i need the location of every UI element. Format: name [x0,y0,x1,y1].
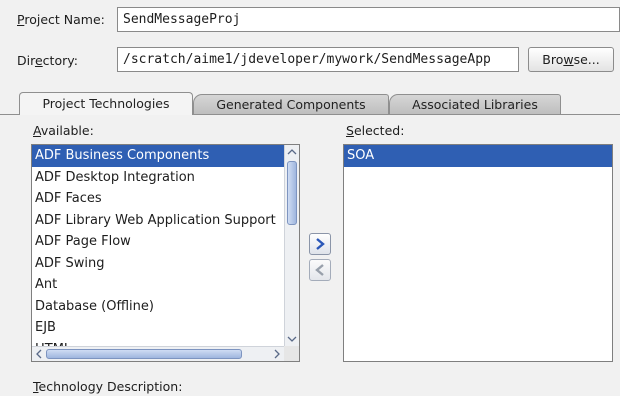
directory-input[interactable]: /scratch/aime1/jdeveloper/mywork/SendMes… [117,47,519,72]
project-name-input[interactable]: SendMessageProj [117,7,620,32]
available-list-item[interactable]: Ant [32,274,299,296]
chevron-left-icon [315,264,324,276]
available-list-item[interactable]: ADF Business Components [32,145,299,167]
chevron-right-icon [316,238,325,250]
tab-project-technologies[interactable]: Project Technologies [19,92,193,115]
available-list-item[interactable]: ADF Library Web Application Support [32,210,299,232]
directory-label: Directory: [17,53,78,68]
project-name-label: Project Name: [17,12,105,27]
available-list-item[interactable]: Database (Offline) [32,296,299,318]
selected-list-item[interactable]: SOA [344,145,612,167]
browse-button[interactable]: Browse... [528,47,614,72]
selected-list[interactable]: SOA [343,144,613,362]
add-button[interactable] [309,233,331,255]
scroll-down-icon[interactable] [285,332,299,346]
tab-generated-components[interactable]: Generated Components [193,94,389,115]
available-list-item[interactable]: EJB [32,317,299,339]
scroll-left-icon[interactable] [32,347,46,361]
scrollbar-corner [284,346,299,361]
available-list[interactable]: ADF Business Components ADF Desktop Integ… [31,144,300,362]
selected-label: Selected: [346,123,405,138]
available-horizontal-scrollbar[interactable] [32,346,284,361]
scroll-up-icon[interactable] [285,145,299,159]
available-list-item[interactable]: ADF Faces [32,188,299,210]
available-list-item[interactable]: ADF Swing [32,253,299,275]
available-vertical-thumb[interactable] [287,161,297,225]
available-items: ADF Business Components ADF Desktop Integ… [32,145,299,360]
selected-items: SOA [344,145,612,167]
technology-description-label: Technology Description: [33,379,183,394]
available-list-item[interactable]: ADF Desktop Integration [32,167,299,189]
available-horizontal-thumb[interactable] [46,349,242,359]
tab-associated-libraries[interactable]: Associated Libraries [389,94,561,115]
available-list-item[interactable]: ADF Page Flow [32,231,299,253]
scroll-right-icon[interactable] [270,347,284,361]
available-label: Available: [33,123,94,138]
remove-button[interactable] [309,259,331,281]
available-vertical-scrollbar[interactable] [284,145,299,346]
